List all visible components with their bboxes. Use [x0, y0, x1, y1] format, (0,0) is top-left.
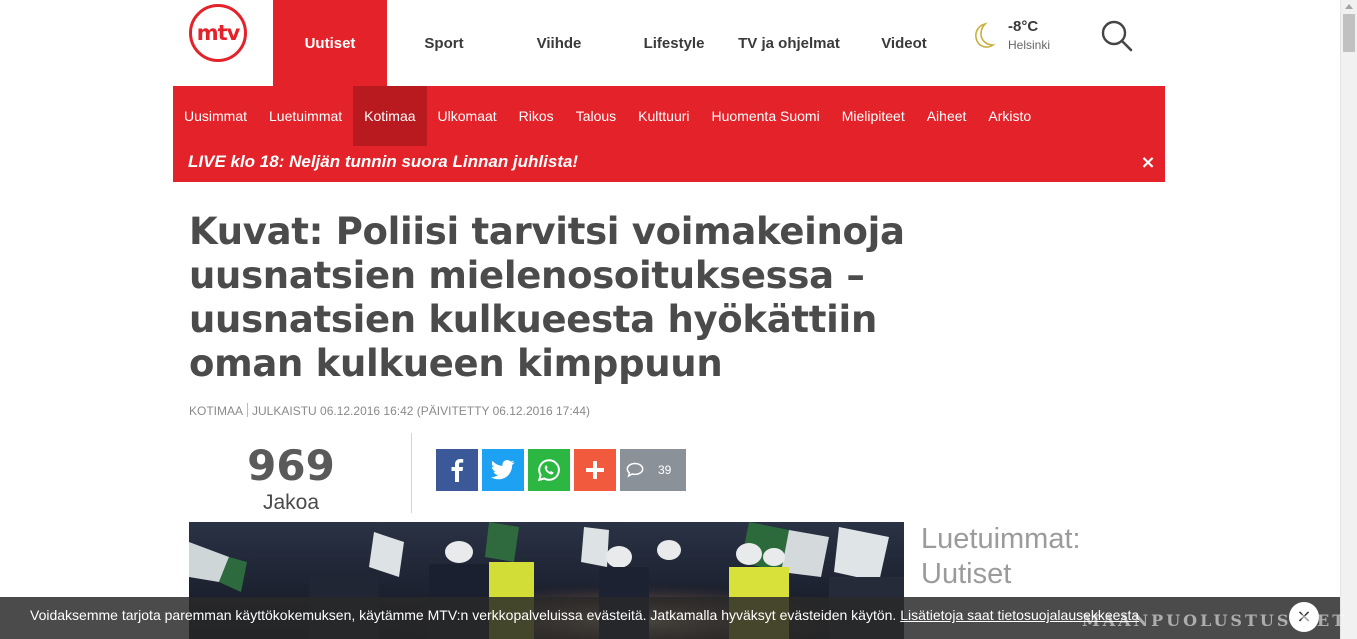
nav-item-viihde[interactable]: Viihde [501, 0, 617, 86]
section-subnav-bar: Uusimmat Luetuimmat Kotimaa Ulkomaat Rik… [173, 86, 1165, 182]
meta-divider [247, 403, 249, 417]
live-banner-close-button[interactable]: × [1139, 152, 1157, 174]
article-published-date: JULKAISTU 06.12.2016 16:42 (PÄIVITETTY 0… [252, 404, 590, 418]
sidebar-most-read-title: Luetuimmat: Uutiset [921, 523, 1081, 590]
subnav-item-arkisto[interactable]: Arkisto [977, 86, 1042, 146]
subnav-item-uusimmat[interactable]: Uusimmat [173, 86, 258, 146]
subnav-item-mielipiteet[interactable]: Mielipiteet [831, 86, 916, 146]
article-category-link[interactable]: KOTIMAA [189, 404, 243, 418]
subnav-item-luetuimmat[interactable]: Luetuimmat [258, 86, 353, 146]
scroll-thumb[interactable] [1343, 14, 1355, 52]
site-header: mtv Uutiset Sport Viihde Lifestyle TV ja… [173, 0, 1165, 86]
more-share-button[interactable] [574, 449, 616, 491]
nav-item-videot[interactable]: Videot [847, 0, 961, 86]
weather-temperature: -8°C [1008, 18, 1039, 35]
subnav-item-kulttuuri[interactable]: Kulttuuri [627, 86, 700, 146]
share-count: 969 [247, 441, 335, 490]
whatsapp-share-button[interactable] [528, 449, 570, 491]
nav-item-lifestyle[interactable]: Lifestyle [617, 0, 731, 86]
share-count-block: 969 Jakoa [189, 440, 393, 514]
nav-item-uutiset[interactable]: Uutiset [273, 0, 387, 86]
plus-icon [586, 461, 604, 479]
twitter-icon [491, 460, 515, 480]
share-count-label: Jakoa [262, 491, 320, 514]
nav-item-tv-ja-ohjelmat[interactable]: TV ja ohjelmat [731, 0, 847, 86]
mtv-logo[interactable]: mtv [189, 4, 247, 62]
subnav-item-ulkomaat[interactable]: Ulkomaat [427, 86, 508, 146]
live-banner-link[interactable]: LIVE klo 18: Neljän tunnin suora Linnan … [188, 152, 578, 172]
search-icon[interactable] [1099, 18, 1135, 54]
twitter-share-button[interactable] [482, 449, 524, 491]
watermark: MAANPUOLUSTUS.NET [1082, 611, 1348, 630]
subnav-item-aiheet[interactable]: Aiheet [916, 86, 978, 146]
subnav-item-talous[interactable]: Talous [565, 86, 627, 146]
scroll-up-arrow[interactable] [1345, 4, 1353, 9]
nav-item-sport[interactable]: Sport [387, 0, 501, 86]
subnav-item-kotimaa[interactable]: Kotimaa [353, 86, 427, 146]
comments-button[interactable]: 39 [620, 449, 686, 491]
subnav-item-rikos[interactable]: Rikos [508, 86, 565, 146]
subnav-item-huomenta-suomi[interactable]: Huomenta Suomi [701, 86, 831, 146]
page-scrollbar[interactable] [1340, 0, 1357, 639]
facebook-icon [451, 459, 464, 482]
cookie-text-container: Voidaksemme tarjota paremman käyttökokem… [30, 607, 1139, 623]
share-divider [411, 433, 412, 513]
main-nav: Uutiset Sport Viihde Lifestyle TV ja ohj… [273, 0, 961, 86]
comment-count: 39 [658, 463, 672, 477]
whatsapp-icon [537, 459, 560, 482]
weather-city: Helsinki [1008, 38, 1051, 52]
weather-widget[interactable]: -8°C Helsinki [971, 18, 1071, 58]
facebook-share-button[interactable] [436, 449, 478, 491]
section-subnav: Uusimmat Luetuimmat Kotimaa Ulkomaat Rik… [173, 86, 1042, 146]
moon-icon [975, 22, 995, 48]
comment-bubble-icon [626, 462, 644, 478]
article-headline: Kuvat: Poliisi tarvitsi voimakeinoja uus… [189, 210, 905, 385]
article-meta: KOTIMAA JULKAISTU 06.12.2016 16:42 (PÄIVI… [189, 403, 590, 418]
cookie-message: Voidaksemme tarjota paremman käyttökokem… [30, 607, 897, 623]
logo-text: mtv [196, 21, 241, 45]
